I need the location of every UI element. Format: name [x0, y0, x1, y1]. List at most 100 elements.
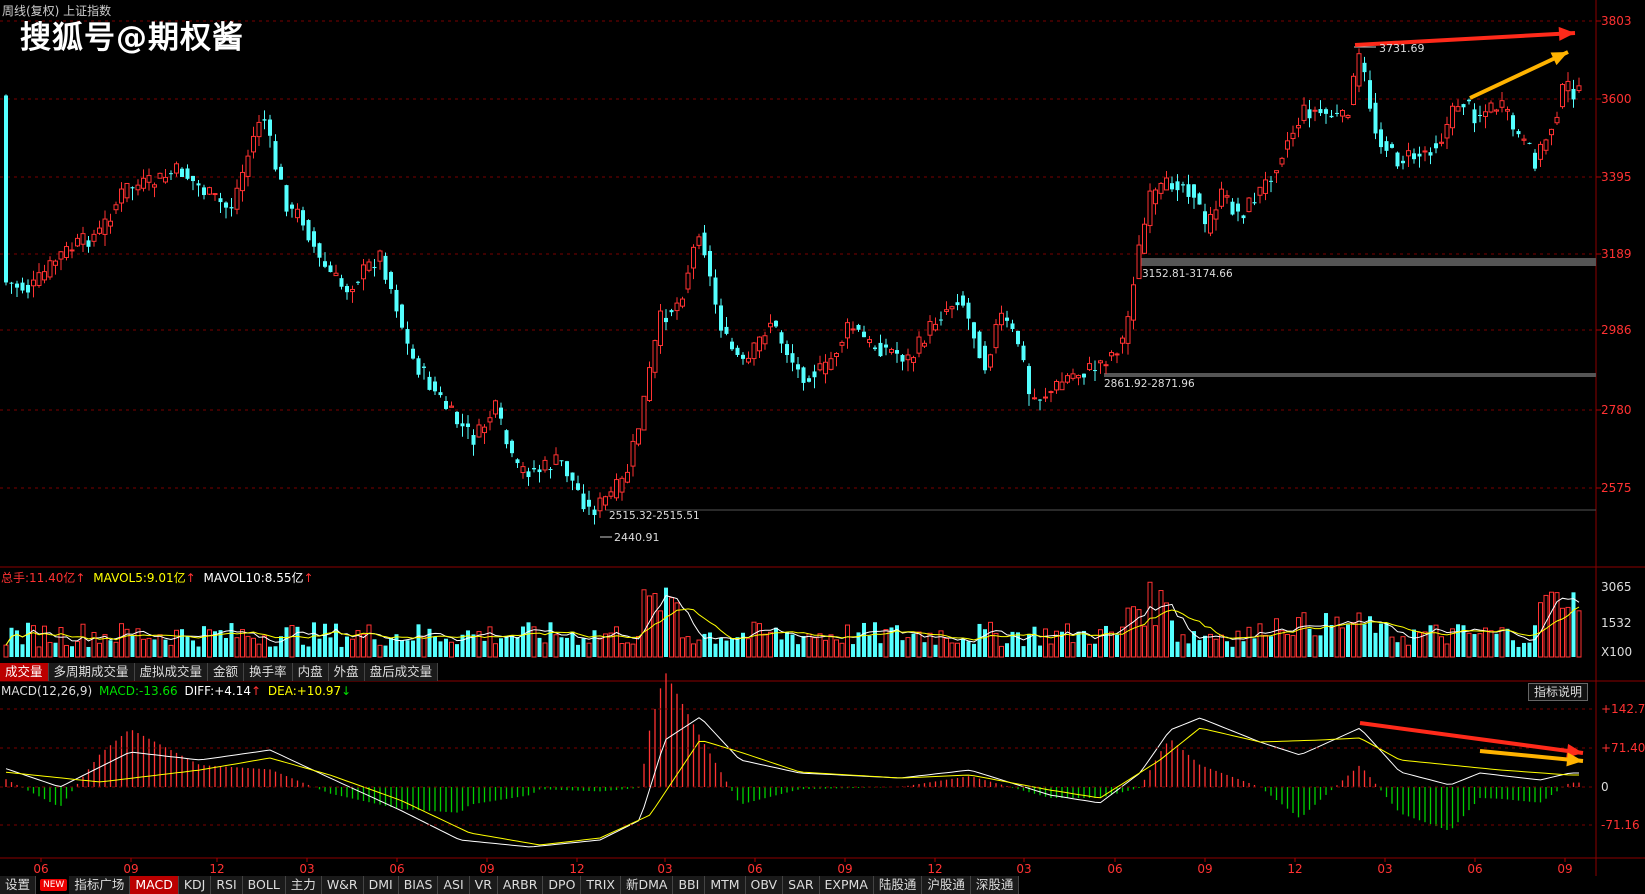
candle-body	[614, 479, 619, 499]
volume-total-label: 总手:	[1, 571, 30, 585]
indicator-tab[interactable]: BIAS	[398, 876, 439, 894]
volume-bar	[581, 638, 586, 657]
volume-bar	[1274, 618, 1279, 658]
indicator-tab[interactable]: W&R	[321, 876, 364, 894]
indicator-tab[interactable]: 主力	[285, 876, 322, 894]
candle-body	[993, 324, 999, 349]
candle-body	[834, 352, 839, 357]
candle-body	[1483, 111, 1488, 117]
volume-tab[interactable]: 内盘	[292, 663, 329, 681]
volume-tab[interactable]: 金额	[208, 663, 245, 681]
volume-bar	[323, 623, 327, 657]
volume-bar	[746, 638, 751, 658]
low-annotation: 2440.91	[614, 531, 660, 544]
candle-body	[576, 483, 580, 490]
volume-tab[interactable]: 多周期成交量	[48, 663, 135, 681]
candle-body	[559, 460, 564, 462]
candle-body	[878, 342, 883, 357]
indicator-explain-button[interactable]: 指标说明	[1528, 683, 1588, 701]
volume-bar	[993, 632, 999, 658]
candle-body	[47, 260, 53, 278]
candle-body	[592, 509, 597, 516]
indicator-tab[interactable]: MACD	[130, 876, 179, 894]
candle-body	[1142, 223, 1147, 254]
settings-tab[interactable]: 设置	[0, 876, 37, 894]
indicator-tab[interactable]: 新DMA	[621, 876, 674, 894]
price-axis: 3803 3600 3395 3189 2986 2780 2575	[1596, 14, 1632, 495]
volume-bar	[900, 640, 905, 657]
candle-body	[1054, 380, 1059, 391]
volume-bar	[1225, 641, 1229, 657]
candle-body	[1543, 139, 1549, 151]
volume-bar	[1197, 640, 1202, 657]
indicator-tab[interactable]: SAR	[783, 876, 820, 894]
candle-body	[301, 210, 305, 226]
volume-bar	[680, 637, 685, 658]
indicator-tab[interactable]: MTM	[705, 876, 746, 894]
volume-bar	[669, 597, 674, 658]
volume-bar	[455, 644, 459, 657]
candle-body	[482, 426, 487, 434]
volume-bar	[372, 639, 377, 657]
candle-body	[845, 322, 850, 339]
indicator-tab[interactable]: 深股通	[970, 876, 1020, 894]
indicator-tab[interactable]: RSI	[211, 876, 243, 894]
candle-body	[944, 309, 949, 312]
candle-body	[1549, 128, 1554, 136]
candle-body	[180, 168, 184, 177]
indicator-tab[interactable]: KDJ	[178, 876, 212, 894]
candle-body	[174, 163, 179, 174]
indicator-tab[interactable]: 指标广场	[69, 876, 131, 894]
mavol5-label: MAVOL5:	[93, 571, 147, 585]
volume-bar	[1483, 627, 1488, 658]
indicator-tab[interactable]: DPO	[543, 876, 582, 894]
volume-tab[interactable]: 外盘	[328, 663, 365, 681]
indicator-tab[interactable]: DMI	[363, 876, 399, 894]
indicator-tab[interactable]: OBV	[745, 876, 784, 894]
candle-body	[438, 392, 443, 396]
candle-body	[1131, 284, 1136, 321]
indicator-tab[interactable]: ASI	[438, 876, 470, 894]
candle-body	[240, 171, 245, 192]
volume-bar	[691, 643, 696, 658]
volume-bar	[433, 636, 437, 657]
volume-bar	[515, 637, 520, 657]
candle-body	[1472, 109, 1477, 124]
indicator-tab[interactable]: 沪股通	[922, 876, 971, 894]
volume-bar	[168, 644, 174, 658]
candle-body	[212, 193, 218, 196]
candle-body	[1208, 213, 1213, 234]
volume-tab[interactable]: 换手率	[244, 663, 293, 681]
candle-body	[1213, 209, 1219, 220]
candle-body	[537, 469, 542, 473]
indicator-tab-bar: 设置 NEW 指标广场 MACD KDJ RSI BOLL 主力 W&R DMI BIAS ASI V…	[0, 876, 1020, 894]
volume-tab[interactable]: 成交量	[0, 663, 49, 681]
candle-body	[1301, 104, 1307, 121]
indicator-tab[interactable]: 陆股通	[873, 876, 923, 894]
indicator-tab[interactable]: EXPMA	[819, 876, 874, 894]
indicator-tab[interactable]: VR	[469, 876, 498, 894]
volume-bar	[1533, 625, 1537, 657]
volume-tab[interactable]: 虚拟成交量	[134, 663, 209, 681]
candle-body	[603, 496, 608, 506]
candle-body	[141, 177, 146, 189]
volume-tab[interactable]: 盘后成交量	[364, 663, 439, 681]
volume-bar	[36, 646, 42, 658]
candle-body	[966, 302, 971, 319]
chart-canvas[interactable]: 3803 3600 3395 3189 2986 2780 2575 3065 1532 X10…	[0, 0, 1645, 894]
candle-body	[455, 411, 459, 425]
volume-bar	[1307, 628, 1312, 657]
time-tick-label: 12	[1287, 862, 1302, 876]
candle-body	[1153, 189, 1158, 205]
indicator-tab[interactable]: BOLL	[242, 876, 286, 894]
candle-body	[504, 430, 509, 445]
candlestick-series	[4, 48, 1582, 525]
volume-bar	[482, 640, 487, 657]
volume-bar	[289, 625, 295, 658]
volume-bar	[1246, 626, 1252, 658]
volume-bar	[873, 622, 877, 657]
indicator-tab[interactable]: BBI	[673, 876, 706, 894]
indicator-tab[interactable]: ARBR	[497, 876, 544, 894]
volume-bar	[444, 638, 448, 657]
indicator-tab[interactable]: TRIX	[581, 876, 621, 894]
